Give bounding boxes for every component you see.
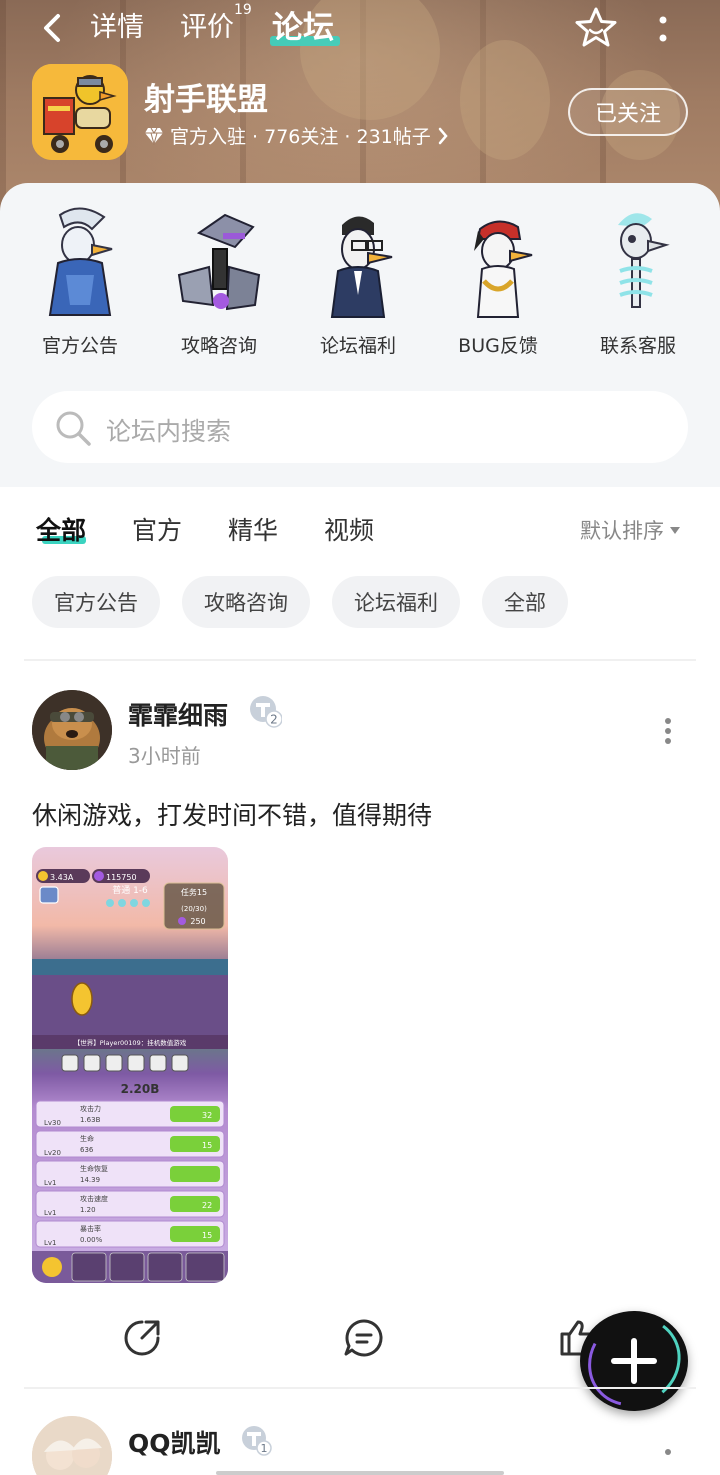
share-icon[interactable] [120, 1316, 164, 1360]
chip-official-notice[interactable]: 官方公告 [32, 576, 160, 628]
svg-text:攻击力: 攻击力 [80, 1104, 101, 1113]
post-more-icon[interactable] [662, 1446, 674, 1458]
tab-forum[interactable]: 论坛 [272, 8, 334, 48]
svg-text:15: 15 [202, 1141, 212, 1150]
post-author-name[interactable]: QQ凯凯 [128, 1424, 221, 1460]
more-menu-icon[interactable] [656, 14, 670, 44]
author-avatar[interactable] [32, 1416, 112, 1475]
svg-text:22: 22 [202, 1201, 212, 1210]
svg-text:636: 636 [80, 1146, 94, 1154]
svg-text:Lv30: Lv30 [44, 1119, 61, 1127]
bandana-duck-icon [474, 220, 533, 318]
svg-text:普通 1-6: 普通 1-6 [112, 884, 148, 896]
tab-reviews[interactable]: 评价 [180, 8, 234, 48]
svg-text:暴击率: 暴击率 [80, 1224, 101, 1233]
shortcut-label: 攻略咨询 [180, 335, 257, 357]
shortcut-contact-support[interactable]: 联系客服 [578, 205, 698, 358]
post-image[interactable]: 3.43A 115750 普通 1-6 任务15 (20/30) 250 【世界… [32, 847, 228, 1283]
user-level-badge-icon: 1 [242, 1426, 272, 1456]
shortcut-label: BUG反馈 [458, 335, 538, 357]
follow-button[interactable]: 已关注 [568, 88, 688, 136]
filter-tab-official[interactable]: 官方 [132, 511, 182, 547]
svg-text:1.20: 1.20 [80, 1206, 96, 1214]
filter-tab-featured[interactable]: 精华 [228, 511, 278, 547]
svg-text:3.43A: 3.43A [50, 873, 74, 882]
back-icon[interactable] [38, 12, 68, 44]
post-more-icon[interactable] [662, 716, 674, 746]
svg-text:Lv1: Lv1 [44, 1209, 57, 1217]
home-indicator [216, 1471, 504, 1475]
search-input[interactable]: 论坛内搜索 [106, 412, 231, 448]
chip-forum-welfare[interactable]: 论坛福利 [332, 576, 460, 628]
svg-text:1.63B: 1.63B [80, 1116, 101, 1124]
top-navigation-bar: 详情 评价 19 论坛 [0, 0, 720, 60]
chip-all[interactable]: 全部 [482, 576, 568, 628]
svg-text:任务15: 任务15 [181, 887, 207, 897]
forum-search-box[interactable]: 论坛内搜索 [32, 391, 688, 463]
svg-text:生命: 生命 [80, 1134, 94, 1143]
shortcut-guide-consult[interactable]: 攻略咨询 [159, 205, 279, 358]
svg-text:0.00%: 0.00% [80, 1236, 103, 1244]
blue-duck-icon [48, 207, 113, 316]
create-post-button[interactable] [580, 1311, 688, 1411]
svg-text:(20/30): (20/30) [181, 905, 207, 913]
svg-text:生命恢复: 生命恢复 [80, 1164, 108, 1173]
chevron-right-icon [438, 127, 448, 144]
glasses-duck-icon [330, 216, 393, 318]
section-divider [24, 659, 696, 661]
svg-text:15: 15 [202, 1231, 212, 1240]
search-icon [56, 411, 91, 446]
post-divider [24, 1387, 696, 1389]
game-logo [32, 64, 128, 160]
shortcut-forum-welfare[interactable]: 论坛福利 [298, 205, 418, 358]
official-diamond-icon [145, 127, 163, 145]
svg-text:115750: 115750 [106, 873, 137, 882]
game-screenshot: 3.43A 115750 普通 1-6 任务15 (20/30) 250 【世界… [32, 869, 228, 1283]
plus-icon [587, 1315, 681, 1407]
svg-text:攻击速度: 攻击速度 [80, 1194, 108, 1203]
sort-label: 默认排序 [580, 519, 664, 543]
forum-shortcut-card: 官方公告 攻略咨询 论坛福利 BUG反馈 联系客服 论坛内搜索 [0, 183, 720, 487]
svg-text:【世界】Player00109：挂机数值游戏: 【世界】Player00109：挂机数值游戏 [74, 1038, 187, 1047]
shortcut-official-notice[interactable]: 官方公告 [20, 205, 140, 358]
forum-title: 射手联盟 [144, 82, 268, 118]
post-content: 休闲游戏，打发时间不错，值得期待 [32, 801, 433, 830]
svg-text:14.39: 14.39 [80, 1176, 100, 1184]
shortcut-bug-report[interactable]: BUG反馈 [438, 205, 558, 358]
chip-guide-consult[interactable]: 攻略咨询 [182, 576, 310, 628]
svg-text:Lv20: Lv20 [44, 1149, 61, 1157]
robot-duck-icon [177, 213, 261, 311]
shortcut-label: 联系客服 [599, 335, 676, 357]
svg-text:Lv1: Lv1 [44, 1239, 57, 1247]
skeleton-duck-icon [618, 213, 670, 308]
user-level-badge-icon: 2 [250, 696, 282, 728]
comment-icon[interactable] [342, 1316, 386, 1360]
tab-details[interactable]: 详情 [90, 8, 144, 48]
shortcut-label: 论坛福利 [319, 335, 396, 357]
svg-text:1: 1 [261, 1442, 268, 1455]
svg-text:Lv1: Lv1 [44, 1179, 57, 1187]
dropdown-arrow-icon [670, 526, 680, 534]
svg-text:250: 250 [190, 917, 205, 926]
favorite-star-icon[interactable] [574, 6, 618, 50]
post-timestamp: 3小时前 [128, 744, 201, 768]
svg-text:32: 32 [202, 1111, 212, 1120]
post-author-name[interactable]: 霏霏细雨 [128, 696, 228, 732]
shortcut-label: 官方公告 [41, 335, 118, 357]
author-avatar[interactable] [32, 690, 112, 770]
sort-dropdown[interactable]: 默认排序 [580, 515, 680, 545]
forum-meta-text: 官方入驻 · 776关注 · 231帖子 [170, 126, 431, 148]
filter-tab-video[interactable]: 视频 [324, 511, 374, 547]
reviews-count-badge: 19 [234, 2, 252, 18]
forum-meta[interactable]: 官方入驻 · 776关注 · 231帖子 [144, 122, 449, 149]
svg-text:2.20B: 2.20B [121, 1082, 160, 1096]
svg-text:2: 2 [270, 713, 278, 727]
filter-tab-all[interactable]: 全部 [36, 511, 86, 547]
